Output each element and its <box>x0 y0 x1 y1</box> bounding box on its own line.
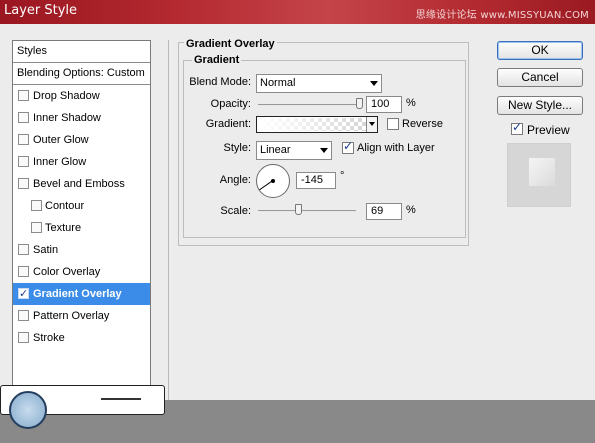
style-item-label: Pattern Overlay <box>33 310 110 322</box>
style-item-pattern-overlay[interactable]: Pattern Overlay <box>13 305 150 327</box>
opacity-slider-handle[interactable] <box>356 98 363 109</box>
new-style-button[interactable]: New Style... <box>497 96 583 115</box>
angle-dial[interactable] <box>256 164 290 198</box>
style-item-label: Color Overlay <box>33 266 101 278</box>
style-item-gradient-overlay[interactable]: Gradient Overlay <box>13 283 150 305</box>
opacity-label: Opacity: <box>210 98 251 110</box>
layer-thumbnail-peek <box>0 385 165 429</box>
style-item-label: Drop Shadow <box>33 90 100 102</box>
style-item-label: Contour <box>45 200 85 212</box>
style-item-contour[interactable]: Contour <box>13 195 150 217</box>
style-item-inner-glow[interactable]: Inner Glow <box>13 151 150 173</box>
style-item-inner-shadow[interactable]: Inner Shadow <box>13 107 150 129</box>
style-item-stroke[interactable]: Stroke <box>13 327 150 349</box>
scale-slider[interactable] <box>258 210 356 212</box>
style-item-bevel-emboss[interactable]: Bevel and Emboss <box>13 173 150 195</box>
style-item-drop-shadow[interactable]: Drop Shadow <box>13 85 150 107</box>
align-with-layer-label: Align with Layer <box>357 142 435 154</box>
style-item-outer-glow[interactable]: Outer Glow <box>13 129 150 151</box>
satin-checkbox[interactable] <box>18 244 29 255</box>
align-with-layer-checkbox[interactable] <box>342 139 354 154</box>
gradient-picker[interactable] <box>256 116 378 133</box>
line-icon <box>101 398 141 404</box>
opacity-slider[interactable] <box>258 104 362 106</box>
gradient-dropdown-icon[interactable] <box>366 117 377 132</box>
color-overlay-checkbox[interactable] <box>18 266 29 277</box>
gradient-overlay-checkbox[interactable] <box>18 283 29 305</box>
style-item-label: Satin <box>33 244 59 256</box>
style-item-label: Inner Glow <box>33 156 87 168</box>
reverse-label: Reverse <box>402 118 443 130</box>
angle-label: Angle: <box>219 174 251 186</box>
title-bar: Layer Style 思缘设计论坛 www.MISSYUAN.COM <box>0 0 595 24</box>
preview-swatch <box>529 158 555 186</box>
scale-input[interactable]: 69 <box>366 203 402 220</box>
bevel-emboss-checkbox[interactable] <box>18 178 29 189</box>
scale-unit: % <box>406 204 416 216</box>
inner-glow-checkbox[interactable] <box>18 156 29 167</box>
style-item-satin[interactable]: Satin <box>13 239 150 261</box>
angle-unit: ° <box>340 170 345 182</box>
chevron-down-icon <box>370 81 378 86</box>
blend-mode-select[interactable]: Normal <box>256 74 382 93</box>
styles-list: Styles Blending Options: Custom Drop Sha… <box>12 40 151 390</box>
style-item-texture[interactable]: Texture <box>13 217 150 239</box>
inner-shadow-checkbox[interactable] <box>18 112 29 123</box>
style-value: Linear <box>260 144 291 156</box>
opacity-unit: % <box>406 97 416 109</box>
style-item-label: Texture <box>45 222 82 234</box>
subgroup-title: Gradient <box>192 54 242 66</box>
watermark-text: 思缘设计论坛 www.MISSYUAN.COM <box>415 10 589 21</box>
window-title: Layer Style <box>4 3 78 18</box>
style-item-color-overlay[interactable]: Color Overlay <box>13 261 150 283</box>
style-item-label: Inner Shadow <box>33 112 101 124</box>
contour-checkbox[interactable] <box>31 200 42 211</box>
outer-glow-checkbox[interactable] <box>18 134 29 145</box>
panel-title: Gradient Overlay <box>184 38 277 50</box>
ok-button[interactable]: OK <box>497 41 583 60</box>
pattern-overlay-checkbox[interactable] <box>18 310 29 321</box>
opacity-input[interactable]: 100 <box>366 96 402 113</box>
angle-input[interactable]: -145 <box>296 172 336 189</box>
gradient-swatch[interactable] <box>258 118 367 131</box>
style-item-label: Gradient Overlay <box>33 288 122 300</box>
drop-shadow-checkbox[interactable] <box>18 90 29 101</box>
style-item-label: Bevel and Emboss <box>33 178 125 190</box>
scale-label: Scale: <box>220 205 251 217</box>
reverse-checkbox[interactable] <box>387 118 399 130</box>
texture-checkbox[interactable] <box>31 222 42 233</box>
blend-mode-label: Blend Mode: <box>189 76 251 88</box>
chevron-down-icon <box>320 148 328 153</box>
style-select[interactable]: Linear <box>256 141 332 160</box>
globe-icon <box>9 391 47 429</box>
blend-mode-value: Normal <box>260 77 296 89</box>
scale-slider-handle[interactable] <box>295 204 303 215</box>
divider <box>168 40 169 400</box>
style-item-label: Stroke <box>33 332 65 344</box>
styles-header[interactable]: Styles <box>13 41 150 63</box>
preview-label: Preview <box>527 123 570 137</box>
cancel-button[interactable]: Cancel <box>497 68 583 87</box>
preview-thumbnail <box>507 143 571 207</box>
stroke-checkbox[interactable] <box>18 332 29 343</box>
blending-options-item[interactable]: Blending Options: Custom <box>13 63 150 85</box>
preview-checkbox[interactable] <box>511 120 523 135</box>
style-item-label: Outer Glow <box>33 134 89 146</box>
style-label: Style: <box>223 142 251 154</box>
angle-dial-needle <box>259 180 273 191</box>
gradient-label: Gradient: <box>205 118 251 130</box>
